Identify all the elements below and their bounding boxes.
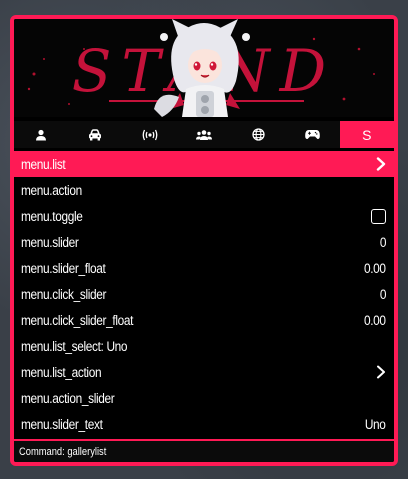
- tab-players[interactable]: [177, 121, 231, 148]
- slider-text-value: Uno: [365, 416, 386, 432]
- command-footer: Command: gallerylist: [14, 439, 394, 462]
- broadcast-icon: [142, 129, 158, 140]
- group-icon: [195, 129, 212, 140]
- slider-value: 0: [379, 234, 387, 250]
- list-item-label: menu.action_slider: [21, 390, 115, 406]
- list-item-menu-toggle[interactable]: menu.toggle: [14, 203, 394, 229]
- click-slider-value: 0: [379, 286, 387, 302]
- list-item-label: menu.click_slider: [21, 286, 107, 302]
- command-text: Command: gallerylist: [19, 445, 107, 458]
- tab-vehicle[interactable]: [68, 121, 122, 148]
- list-item-menu-slider[interactable]: menu.slider 0: [14, 229, 394, 255]
- anime-character-banner-image: STAND: [14, 19, 394, 117]
- gamepad-icon: [305, 130, 320, 140]
- slider-float-value: 0.00: [364, 260, 386, 276]
- tab-bar: S: [14, 121, 394, 148]
- list-item-label: menu.list_action: [21, 364, 102, 380]
- list-item-label: menu.slider: [21, 234, 79, 250]
- list-item-menu-slider-float[interactable]: menu.slider_float 0.00: [14, 255, 394, 281]
- tab-world[interactable]: [231, 121, 285, 148]
- user-icon: [36, 129, 47, 140]
- list-item-menu-click-slider-float[interactable]: menu.click_slider_float 0.00: [14, 307, 394, 333]
- globe-icon: [252, 128, 265, 141]
- list-item-menu-click-slider[interactable]: menu.click_slider 0: [14, 281, 394, 307]
- list-item-menu-list-action[interactable]: menu.list_action: [14, 359, 394, 385]
- list-item-label: menu.list_select: Uno: [21, 338, 128, 354]
- list-item-menu-action[interactable]: menu.action: [14, 177, 394, 203]
- chevron-right-icon: [377, 365, 385, 379]
- tab-self[interactable]: [14, 121, 68, 148]
- car-icon: [89, 128, 102, 140]
- list-item-label: menu.list: [21, 156, 66, 172]
- list-item-menu-list-select[interactable]: menu.list_select: Uno: [14, 333, 394, 359]
- list-item-label: menu.click_slider_float: [21, 312, 134, 328]
- stand-menu: STAND: [10, 15, 398, 466]
- stand-tab-label: S: [362, 126, 372, 143]
- toggle-checkbox[interactable]: [371, 208, 386, 224]
- header-banner: STAND: [14, 19, 394, 117]
- list-item-label: menu.slider_text: [21, 416, 103, 432]
- tab-game[interactable]: [285, 121, 339, 148]
- list-item-label: menu.action: [21, 182, 82, 198]
- list-item-menu-slider-text[interactable]: menu.slider_text Uno: [14, 411, 394, 437]
- list-item-label: menu.slider_float: [21, 260, 106, 276]
- list-item-label: menu.toggle: [21, 208, 83, 224]
- menu-list: menu.list menu.action menu.toggle menu.s…: [14, 151, 394, 437]
- list-item-menu-action-slider[interactable]: menu.action_slider: [14, 385, 394, 411]
- tab-stand[interactable]: S: [339, 121, 394, 148]
- chevron-right-icon: [376, 157, 386, 171]
- click-slider-float-value: 0.00: [364, 312, 386, 328]
- list-item-menu-list[interactable]: menu.list: [14, 151, 394, 177]
- tab-online[interactable]: [123, 121, 177, 148]
